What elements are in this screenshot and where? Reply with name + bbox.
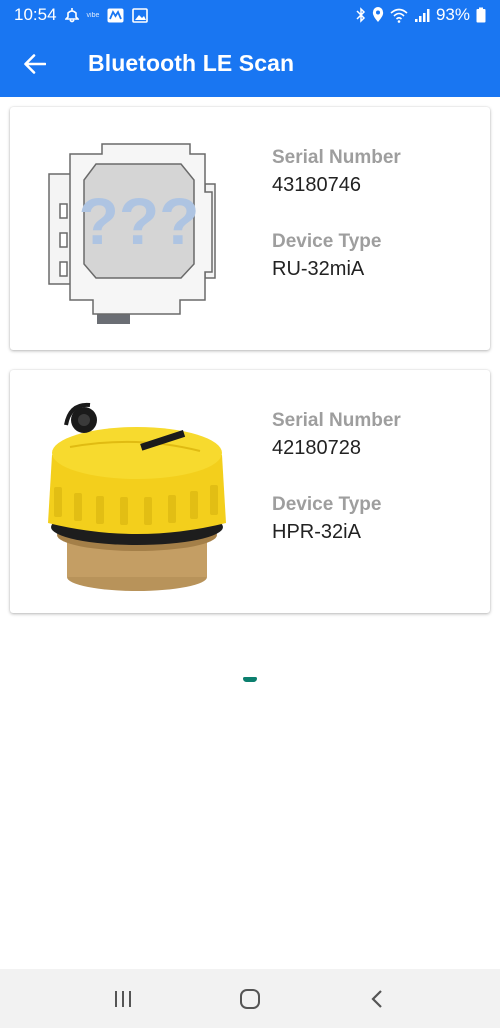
- status-bar: 10:54 vibe 93%: [0, 0, 500, 30]
- back-icon: [371, 989, 382, 1008]
- signal-icon: [414, 8, 430, 23]
- back-button[interactable]: [0, 30, 70, 97]
- app-bar: Bluetooth LE Scan: [0, 30, 500, 97]
- gallery-icon: [132, 7, 149, 23]
- device-card[interactable]: Serial Number 42180728 Device Type HPR-3…: [10, 370, 490, 613]
- yellow-meter-device-image: [40, 395, 240, 595]
- notification-icon: [64, 7, 79, 23]
- system-nav-bar: [0, 969, 500, 1028]
- device-type-label: Device Type: [272, 231, 382, 252]
- system-back-button[interactable]: [347, 969, 407, 1028]
- recents-icon: [115, 990, 132, 1007]
- battery-percent: 93%: [435, 5, 470, 24]
- unknown-device-image: ???: [40, 132, 240, 332]
- page-title: Bluetooth LE Scan: [88, 50, 295, 76]
- bluetooth-icon: [356, 7, 366, 23]
- device-type-label: Device Type: [272, 494, 382, 515]
- status-time: 10:54: [14, 5, 57, 24]
- recents-button[interactable]: [93, 969, 153, 1028]
- device-info: Serial Number 43180746 Device Type RU-32…: [272, 147, 401, 281]
- home-button[interactable]: [220, 969, 280, 1028]
- serial-number-label: Serial Number: [272, 147, 401, 168]
- home-icon: [239, 988, 260, 1009]
- arrow-left-icon: [24, 53, 46, 74]
- device-info: Serial Number 42180728 Device Type HPR-3…: [272, 410, 401, 544]
- battery-icon: [476, 7, 486, 23]
- vibe-icon: vibe: [86, 11, 100, 19]
- serial-number-label: Serial Number: [272, 410, 401, 431]
- app-icon: [107, 8, 124, 23]
- location-icon: [372, 7, 384, 23]
- device-type-value: HPR-32iA: [272, 521, 361, 543]
- serial-number-value: 43180746: [272, 174, 361, 196]
- device-card[interactable]: ??? Serial Number 43180746 Device Type R…: [10, 107, 490, 350]
- device-type-value: RU-32miA: [272, 258, 365, 280]
- wifi-icon: [390, 8, 408, 23]
- loading-spinner: [243, 677, 257, 682]
- unknown-device-label: ???: [79, 184, 200, 258]
- serial-number-value: 42180728: [272, 437, 361, 459]
